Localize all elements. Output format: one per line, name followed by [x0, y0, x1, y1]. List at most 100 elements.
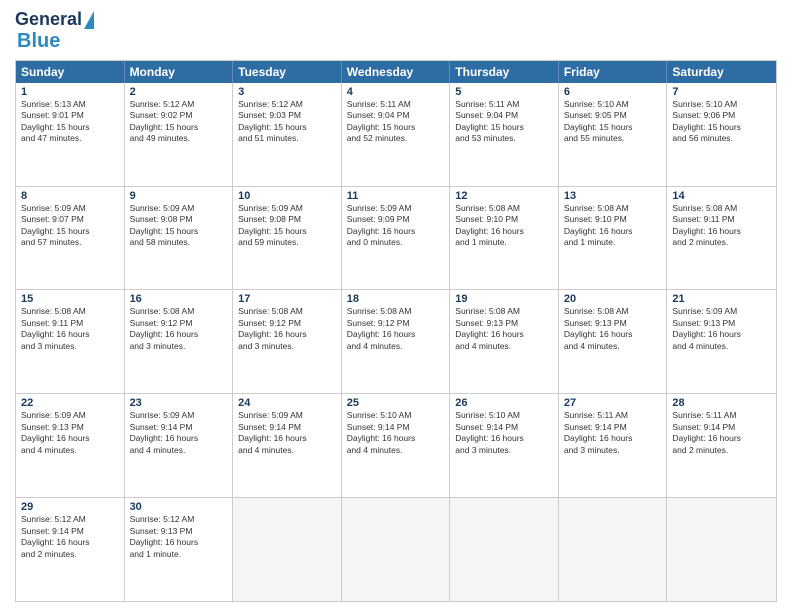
weekday-header: Sunday	[16, 61, 125, 83]
day-info: Sunrise: 5:08 AM Sunset: 9:12 PM Dayligh…	[130, 306, 228, 352]
day-info: Sunrise: 5:08 AM Sunset: 9:12 PM Dayligh…	[238, 306, 336, 352]
day-number: 24	[238, 397, 336, 409]
day-info: Sunrise: 5:08 AM Sunset: 9:11 PM Dayligh…	[21, 306, 119, 352]
day-number: 27	[564, 397, 662, 409]
calendar-cell: 19Sunrise: 5:08 AM Sunset: 9:13 PM Dayli…	[450, 290, 559, 393]
page: General Blue SundayMondayTuesdayWednesda…	[0, 0, 792, 612]
day-info: Sunrise: 5:11 AM Sunset: 9:04 PM Dayligh…	[347, 99, 445, 145]
calendar-cell: 15Sunrise: 5:08 AM Sunset: 9:11 PM Dayli…	[16, 290, 125, 393]
day-number: 14	[672, 190, 771, 202]
calendar-row: 8Sunrise: 5:09 AM Sunset: 9:07 PM Daylig…	[16, 186, 776, 290]
calendar-row: 29Sunrise: 5:12 AM Sunset: 9:14 PM Dayli…	[16, 497, 776, 601]
calendar-cell: 28Sunrise: 5:11 AM Sunset: 9:14 PM Dayli…	[667, 394, 776, 497]
weekday-header: Friday	[559, 61, 668, 83]
calendar-cell: 30Sunrise: 5:12 AM Sunset: 9:13 PM Dayli…	[125, 498, 234, 601]
day-info: Sunrise: 5:08 AM Sunset: 9:12 PM Dayligh…	[347, 306, 445, 352]
calendar-cell: 6Sunrise: 5:10 AM Sunset: 9:05 PM Daylig…	[559, 83, 668, 186]
day-number: 9	[130, 190, 228, 202]
calendar-cell: 22Sunrise: 5:09 AM Sunset: 9:13 PM Dayli…	[16, 394, 125, 497]
day-number: 13	[564, 190, 662, 202]
day-number: 17	[238, 293, 336, 305]
day-info: Sunrise: 5:09 AM Sunset: 9:09 PM Dayligh…	[347, 203, 445, 249]
day-number: 15	[21, 293, 119, 305]
day-number: 19	[455, 293, 553, 305]
calendar-cell	[342, 498, 451, 601]
day-number: 22	[21, 397, 119, 409]
calendar-cell: 10Sunrise: 5:09 AM Sunset: 9:08 PM Dayli…	[233, 187, 342, 290]
day-number: 10	[238, 190, 336, 202]
weekday-header: Thursday	[450, 61, 559, 83]
day-number: 3	[238, 86, 336, 98]
weekday-header: Tuesday	[233, 61, 342, 83]
day-info: Sunrise: 5:11 AM Sunset: 9:14 PM Dayligh…	[564, 410, 662, 456]
calendar-body: 1Sunrise: 5:13 AM Sunset: 9:01 PM Daylig…	[16, 83, 776, 601]
day-info: Sunrise: 5:12 AM Sunset: 9:03 PM Dayligh…	[238, 99, 336, 145]
day-info: Sunrise: 5:12 AM Sunset: 9:02 PM Dayligh…	[130, 99, 228, 145]
calendar: SundayMondayTuesdayWednesdayThursdayFrid…	[15, 60, 777, 602]
logo-blue: Blue	[17, 30, 60, 52]
weekday-header: Monday	[125, 61, 234, 83]
day-info: Sunrise: 5:10 AM Sunset: 9:05 PM Dayligh…	[564, 99, 662, 145]
day-number: 1	[21, 86, 119, 98]
day-number: 16	[130, 293, 228, 305]
day-number: 20	[564, 293, 662, 305]
calendar-cell: 25Sunrise: 5:10 AM Sunset: 9:14 PM Dayli…	[342, 394, 451, 497]
calendar-cell: 29Sunrise: 5:12 AM Sunset: 9:14 PM Dayli…	[16, 498, 125, 601]
day-info: Sunrise: 5:12 AM Sunset: 9:14 PM Dayligh…	[21, 514, 119, 560]
calendar-cell: 13Sunrise: 5:08 AM Sunset: 9:10 PM Dayli…	[559, 187, 668, 290]
day-info: Sunrise: 5:09 AM Sunset: 9:13 PM Dayligh…	[672, 306, 771, 352]
day-number: 2	[130, 86, 228, 98]
day-info: Sunrise: 5:08 AM Sunset: 9:13 PM Dayligh…	[564, 306, 662, 352]
day-info: Sunrise: 5:09 AM Sunset: 9:08 PM Dayligh…	[130, 203, 228, 249]
day-number: 8	[21, 190, 119, 202]
day-info: Sunrise: 5:09 AM Sunset: 9:08 PM Dayligh…	[238, 203, 336, 249]
day-number: 7	[672, 86, 771, 98]
day-number: 5	[455, 86, 553, 98]
day-number: 21	[672, 293, 771, 305]
day-info: Sunrise: 5:09 AM Sunset: 9:07 PM Dayligh…	[21, 203, 119, 249]
calendar-cell: 9Sunrise: 5:09 AM Sunset: 9:08 PM Daylig…	[125, 187, 234, 290]
calendar-cell: 23Sunrise: 5:09 AM Sunset: 9:14 PM Dayli…	[125, 394, 234, 497]
day-info: Sunrise: 5:11 AM Sunset: 9:14 PM Dayligh…	[672, 410, 771, 456]
day-number: 4	[347, 86, 445, 98]
calendar-cell: 14Sunrise: 5:08 AM Sunset: 9:11 PM Dayli…	[667, 187, 776, 290]
day-info: Sunrise: 5:09 AM Sunset: 9:14 PM Dayligh…	[238, 410, 336, 456]
calendar-cell: 8Sunrise: 5:09 AM Sunset: 9:07 PM Daylig…	[16, 187, 125, 290]
day-number: 6	[564, 86, 662, 98]
calendar-row: 15Sunrise: 5:08 AM Sunset: 9:11 PM Dayli…	[16, 289, 776, 393]
calendar-row: 1Sunrise: 5:13 AM Sunset: 9:01 PM Daylig…	[16, 83, 776, 186]
calendar-cell: 27Sunrise: 5:11 AM Sunset: 9:14 PM Dayli…	[559, 394, 668, 497]
weekday-header: Wednesday	[342, 61, 451, 83]
day-info: Sunrise: 5:10 AM Sunset: 9:14 PM Dayligh…	[347, 410, 445, 456]
day-info: Sunrise: 5:10 AM Sunset: 9:14 PM Dayligh…	[455, 410, 553, 456]
calendar-cell: 12Sunrise: 5:08 AM Sunset: 9:10 PM Dayli…	[450, 187, 559, 290]
logo-triangle-icon	[84, 11, 94, 29]
logo-general: General	[15, 10, 82, 30]
day-info: Sunrise: 5:09 AM Sunset: 9:14 PM Dayligh…	[130, 410, 228, 456]
calendar-row: 22Sunrise: 5:09 AM Sunset: 9:13 PM Dayli…	[16, 393, 776, 497]
calendar-cell	[233, 498, 342, 601]
calendar-cell: 4Sunrise: 5:11 AM Sunset: 9:04 PM Daylig…	[342, 83, 451, 186]
day-info: Sunrise: 5:12 AM Sunset: 9:13 PM Dayligh…	[130, 514, 228, 560]
day-number: 26	[455, 397, 553, 409]
day-info: Sunrise: 5:09 AM Sunset: 9:13 PM Dayligh…	[21, 410, 119, 456]
day-number: 30	[130, 501, 228, 513]
calendar-cell: 24Sunrise: 5:09 AM Sunset: 9:14 PM Dayli…	[233, 394, 342, 497]
calendar-cell: 7Sunrise: 5:10 AM Sunset: 9:06 PM Daylig…	[667, 83, 776, 186]
day-number: 12	[455, 190, 553, 202]
calendar-cell	[559, 498, 668, 601]
calendar-cell: 21Sunrise: 5:09 AM Sunset: 9:13 PM Dayli…	[667, 290, 776, 393]
day-info: Sunrise: 5:11 AM Sunset: 9:04 PM Dayligh…	[455, 99, 553, 145]
calendar-cell: 5Sunrise: 5:11 AM Sunset: 9:04 PM Daylig…	[450, 83, 559, 186]
day-info: Sunrise: 5:08 AM Sunset: 9:10 PM Dayligh…	[564, 203, 662, 249]
calendar-cell: 1Sunrise: 5:13 AM Sunset: 9:01 PM Daylig…	[16, 83, 125, 186]
calendar-cell: 18Sunrise: 5:08 AM Sunset: 9:12 PM Dayli…	[342, 290, 451, 393]
calendar-cell	[450, 498, 559, 601]
day-number: 25	[347, 397, 445, 409]
calendar-cell: 11Sunrise: 5:09 AM Sunset: 9:09 PM Dayli…	[342, 187, 451, 290]
day-info: Sunrise: 5:08 AM Sunset: 9:10 PM Dayligh…	[455, 203, 553, 249]
day-info: Sunrise: 5:10 AM Sunset: 9:06 PM Dayligh…	[672, 99, 771, 145]
calendar-cell	[667, 498, 776, 601]
calendar-header: SundayMondayTuesdayWednesdayThursdayFrid…	[16, 61, 776, 83]
day-number: 28	[672, 397, 771, 409]
